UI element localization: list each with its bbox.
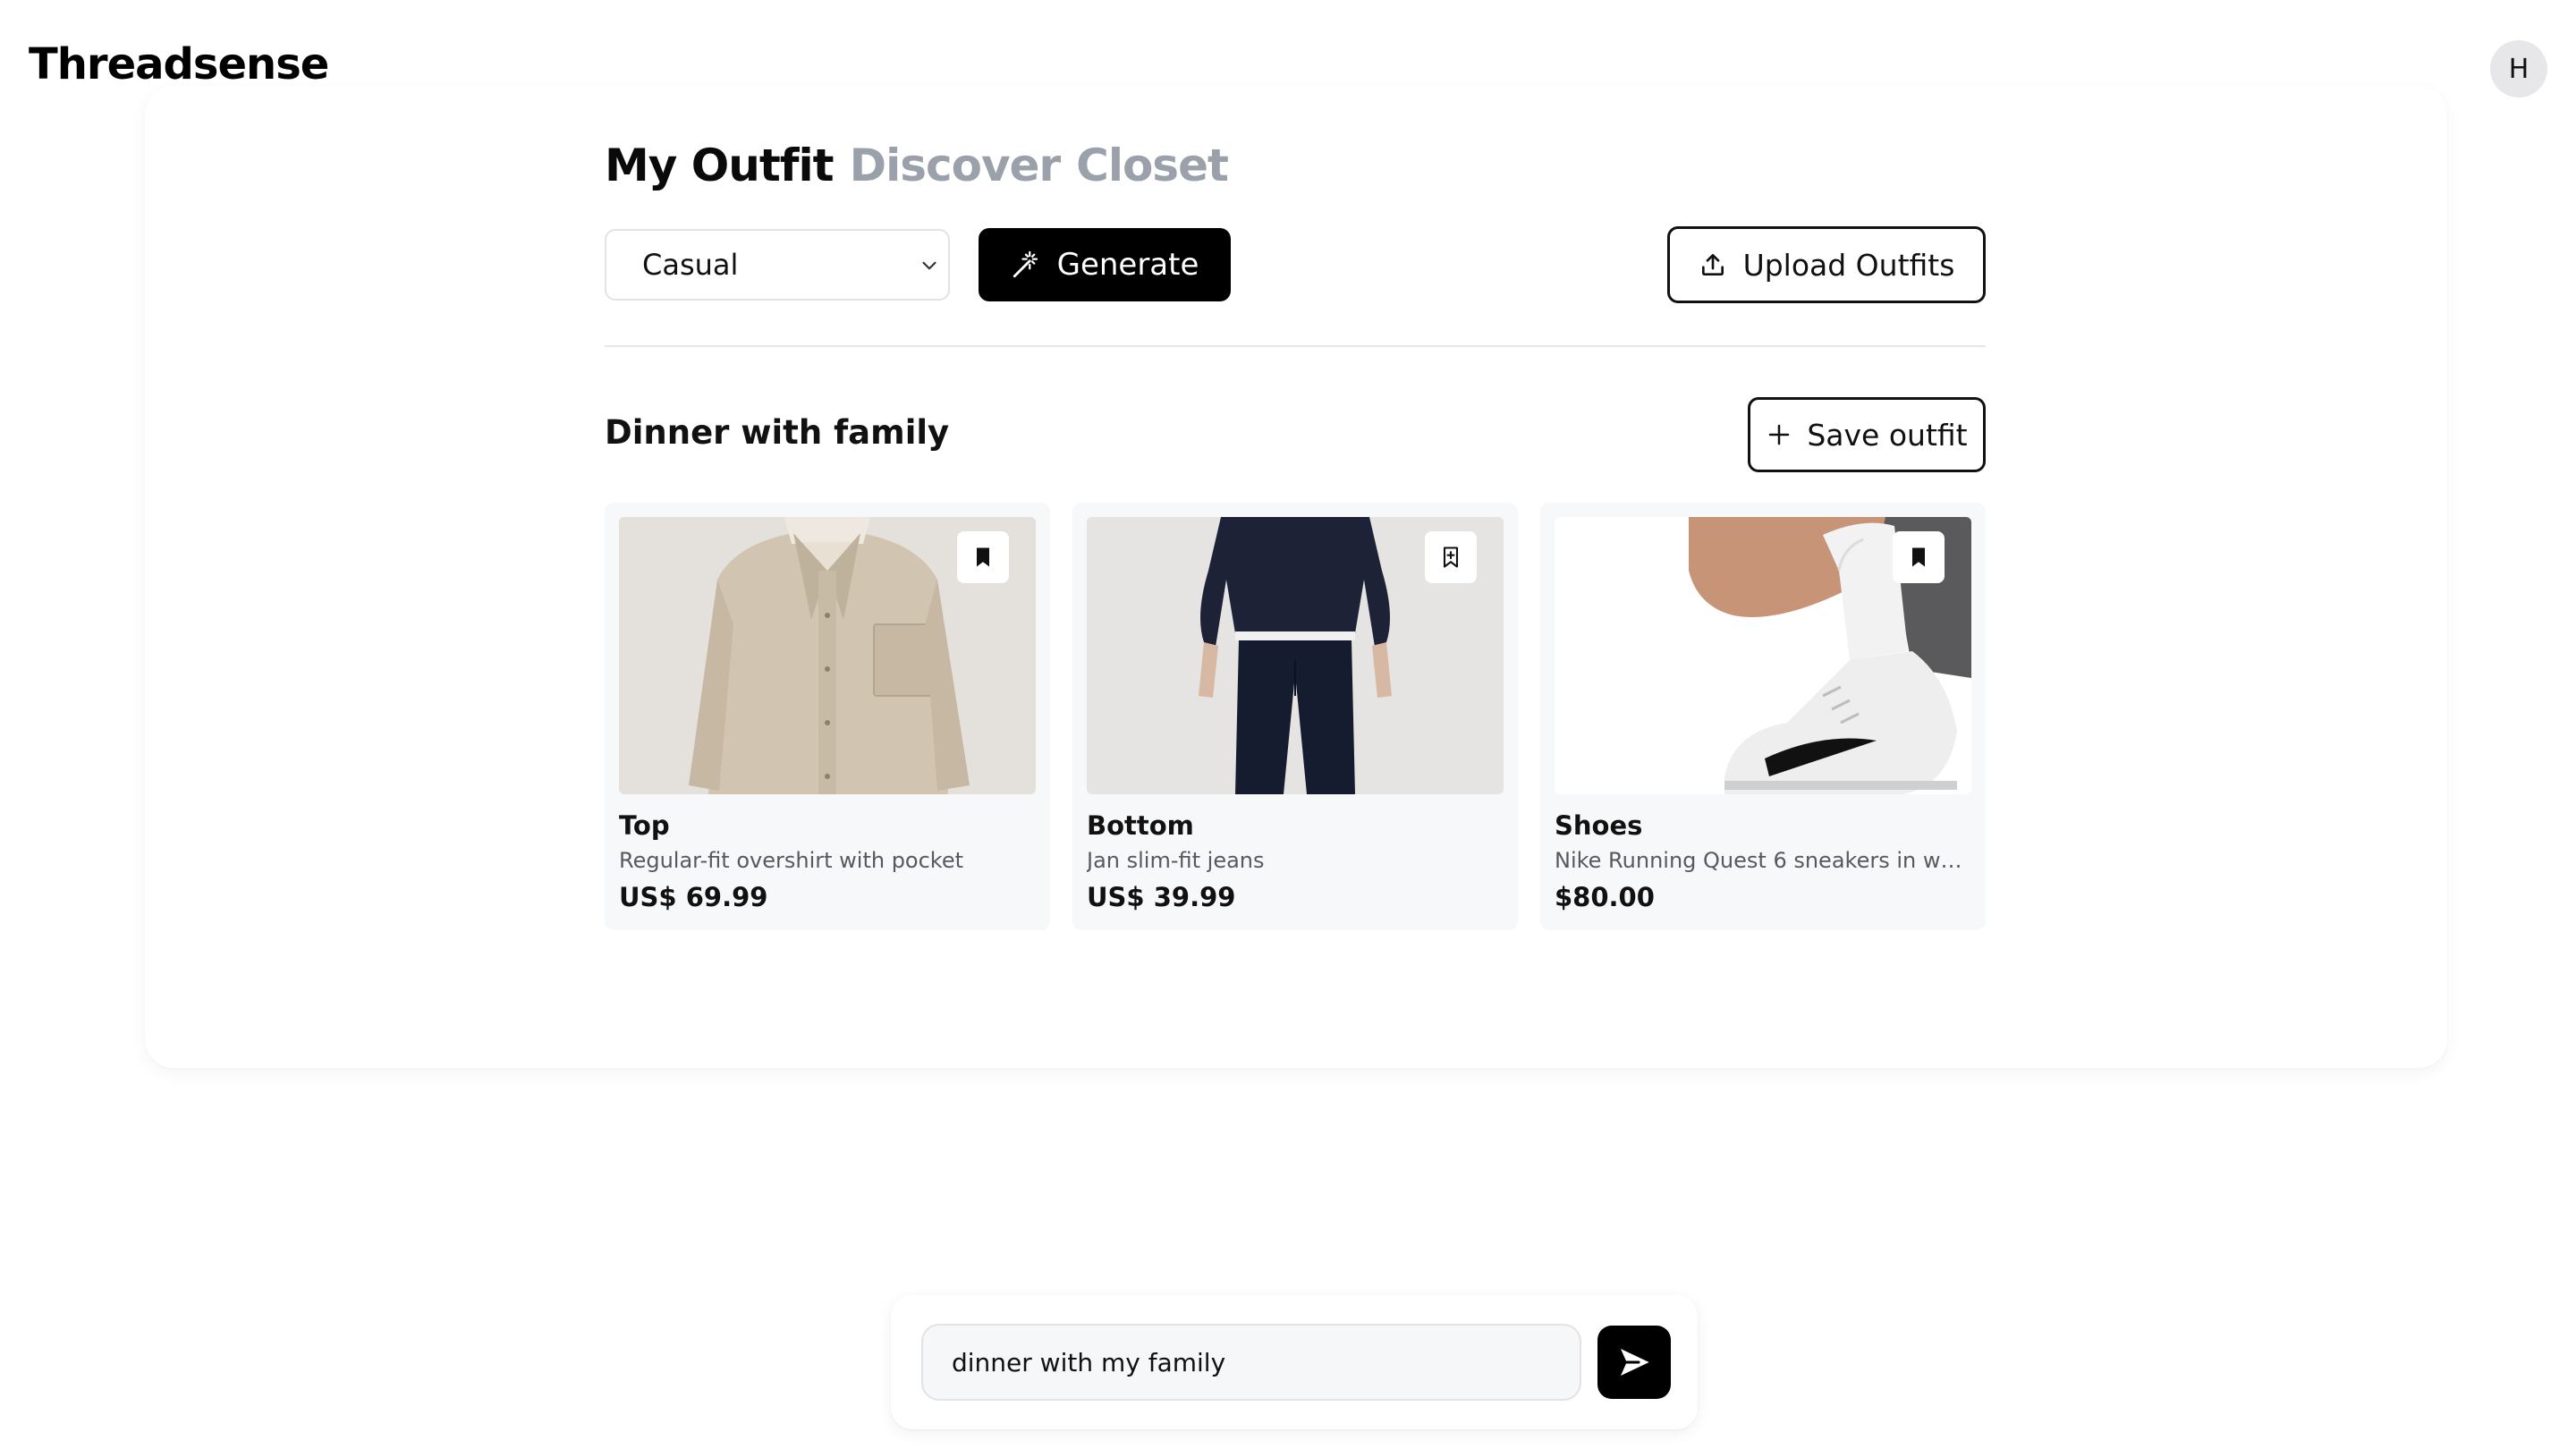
item-price: US$ 39.99 bbox=[1087, 882, 1236, 912]
chevron-down-icon bbox=[922, 261, 936, 270]
tab-discover[interactable]: Discover bbox=[850, 140, 1062, 191]
send-icon bbox=[1621, 1349, 1649, 1376]
outfit-item-card-top[interactable]: Top Regular-fit overshirt with pocket US… bbox=[605, 503, 1050, 930]
save-outfit-label: Save outfit bbox=[1807, 417, 1968, 453]
bookmark-toggle[interactable] bbox=[957, 531, 1009, 583]
tab-closet[interactable]: Closet bbox=[1076, 140, 1229, 191]
generate-label: Generate bbox=[1056, 247, 1199, 283]
outfit-item-card-bottom[interactable]: Bottom Jan slim-fit jeans US$ 39.99 bbox=[1072, 503, 1518, 930]
send-button[interactable] bbox=[1597, 1326, 1671, 1399]
chat-composer bbox=[891, 1295, 1698, 1429]
bookmark-filled-icon bbox=[1912, 547, 1925, 567]
user-avatar[interactable]: H bbox=[2490, 40, 2547, 97]
bookmark-plus-icon bbox=[1443, 547, 1459, 568]
item-description: Regular-fit overshirt with pocket bbox=[619, 848, 964, 873]
magic-wand-icon bbox=[1013, 250, 1038, 278]
save-outfit-button[interactable]: Save outfit bbox=[1748, 397, 1986, 472]
brand-logo[interactable]: Threadsense bbox=[29, 39, 329, 89]
upload-outfits-button[interactable]: Upload Outfits bbox=[1667, 226, 1986, 303]
item-category: Top bbox=[619, 810, 670, 841]
bookmark-toggle[interactable] bbox=[1425, 531, 1477, 583]
plus-icon bbox=[1769, 424, 1790, 445]
bookmark-filled-icon bbox=[977, 547, 989, 567]
upload-icon bbox=[1701, 254, 1724, 275]
outfit-title: Dinner with family bbox=[605, 413, 950, 452]
item-category: Shoes bbox=[1555, 810, 1643, 841]
style-select-value: Casual bbox=[642, 248, 739, 282]
chat-input[interactable] bbox=[921, 1324, 1581, 1401]
bookmark-toggle[interactable] bbox=[1893, 531, 1945, 583]
item-price: US$ 69.99 bbox=[619, 882, 768, 912]
item-category: Bottom bbox=[1087, 810, 1194, 841]
item-description: Jan slim-fit jeans bbox=[1087, 848, 1265, 873]
tab-my-outfit[interactable]: My Outfit bbox=[605, 140, 835, 191]
view-tabs: My Outfit Discover Closet bbox=[605, 140, 1229, 191]
outfit-item-card-shoes[interactable]: Shoes Nike Running Quest 6 sneakers in w… bbox=[1540, 503, 1986, 930]
item-price: $80.00 bbox=[1555, 882, 1655, 912]
toolbar-divider bbox=[605, 345, 1986, 347]
upload-outfits-label: Upload Outfits bbox=[1742, 247, 1955, 283]
item-description: Nike Running Quest 6 sneakers in white a… bbox=[1555, 848, 1971, 873]
generate-button[interactable]: Generate bbox=[979, 228, 1231, 301]
occasion-style-select[interactable]: Casual bbox=[605, 229, 950, 301]
